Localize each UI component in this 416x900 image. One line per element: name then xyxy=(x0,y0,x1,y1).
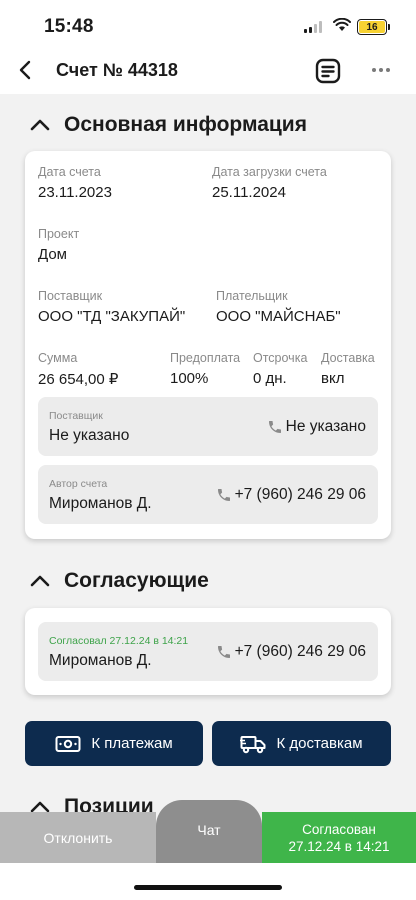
supplier-field: Поставщик ООО "ТД "ЗАКУПАЙ" xyxy=(38,289,185,325)
main-info-title: Основная информация xyxy=(64,113,307,136)
prepay-value: 100% xyxy=(170,370,209,387)
project-value: Дом xyxy=(38,246,67,263)
upload-date-field: Дата загрузки счета 25.11.2024 xyxy=(212,165,327,201)
chevron-up-icon xyxy=(30,575,50,587)
delay-field: Отсрочка 0 дн. xyxy=(253,351,307,387)
battery-level: 16 xyxy=(359,21,385,33)
chat-button[interactable]: Чат xyxy=(156,800,262,863)
chevron-up-icon xyxy=(30,119,50,131)
approver-name: Мироманов Д. xyxy=(49,652,152,669)
home-indicator[interactable] xyxy=(134,885,282,890)
approved-status-label: Согласован xyxy=(302,821,376,837)
phone-icon xyxy=(217,646,230,658)
status-bar: 15:48 16 xyxy=(0,0,416,48)
project-label: Проект xyxy=(38,227,80,241)
wifi-icon xyxy=(333,18,351,31)
deliveries-button-label: К доставкам xyxy=(276,735,363,752)
author-contact-phone-text: +7 (960) 246 29 06 xyxy=(234,486,366,503)
payer-label: Плательщик xyxy=(216,289,288,303)
supplier-contact-label: Поставщик xyxy=(49,410,103,422)
payments-button[interactable]: К платежам xyxy=(25,721,203,766)
payer-field: Плательщик ООО "МАЙСНАБ" xyxy=(216,289,341,325)
sum-label: Сумма xyxy=(38,351,78,365)
cellular-signal-icon xyxy=(304,21,322,33)
project-field: Проект Дом xyxy=(38,227,79,263)
invoice-date-label: Дата счета xyxy=(38,165,101,179)
payer-value: ООО "МАЙСНАБ" xyxy=(216,308,341,325)
approver-item[interactable]: Согласовал 27.12.24 в 14:21 Мироманов Д.… xyxy=(38,622,378,681)
payments-button-label: К платежам xyxy=(91,735,173,752)
bottom-action-bar: Отклонить Чат Согласован 27.12.24 в 14:2… xyxy=(0,800,416,863)
sum-value: 26 654,00 ₽ xyxy=(38,371,119,388)
author-contact-label: Автор счета xyxy=(49,478,108,490)
cash-icon xyxy=(55,735,81,752)
approvers-card: Согласовал 27.12.24 в 14:21 Мироманов Д.… xyxy=(25,608,391,695)
delivery-label: Доставка xyxy=(321,351,375,365)
main-info-card: Дата счета 23.11.2023 Дата загрузки счет… xyxy=(25,151,391,539)
nav-bar: Счет № 44318 xyxy=(0,48,416,94)
supplier-label: Поставщик xyxy=(38,289,103,303)
invoice-date-field: Дата счета 23.11.2023 xyxy=(38,165,112,201)
approvers-header[interactable]: Согласующие xyxy=(30,569,209,593)
supplier-contact-value: Не указано xyxy=(49,427,130,444)
delay-label: Отсрочка xyxy=(253,351,308,365)
delay-value: 0 дн. xyxy=(253,370,287,387)
more-icon[interactable] xyxy=(372,68,390,72)
prepay-label: Предоплата xyxy=(170,351,241,365)
delivery-value: вкл xyxy=(321,370,345,387)
author-contact-box[interactable]: Автор счета Мироманов Д. +7 (960) 246 29… xyxy=(38,465,378,524)
supplier-contact-box[interactable]: Поставщик Не указано Не указано xyxy=(38,397,378,456)
main-info-header[interactable]: Основная информация xyxy=(30,113,307,137)
battery-icon: 16 xyxy=(357,19,387,35)
supplier-contact-phone-text: Не указано xyxy=(285,418,366,435)
prepay-field: Предоплата 100% xyxy=(170,351,240,387)
supplier-value: ООО "ТД "ЗАКУПАЙ" xyxy=(38,308,186,325)
author-contact-value: Мироманов Д. xyxy=(49,495,152,512)
supplier-contact-phone[interactable]: Не указано xyxy=(267,418,366,436)
battery-nub xyxy=(388,24,390,30)
home-indicator-area xyxy=(0,863,416,900)
approvers-title: Согласующие xyxy=(64,569,209,592)
upload-date-label: Дата загрузки счета xyxy=(212,165,327,179)
approver-phone-text: +7 (960) 246 29 06 xyxy=(234,643,366,660)
reject-button[interactable]: Отклонить xyxy=(0,812,156,863)
back-arrow-icon[interactable] xyxy=(14,58,38,82)
approved-date-label: 27.12.24 в 14:21 xyxy=(288,838,390,854)
sum-field: Сумма 26 654,00 ₽ xyxy=(38,351,118,388)
page-title: Счет № 44318 xyxy=(56,60,178,80)
invoice-date-value: 23.11.2023 xyxy=(38,184,112,201)
deliveries-button[interactable]: К доставкам xyxy=(212,721,391,766)
phone-icon xyxy=(217,489,230,501)
approved-button[interactable]: Согласован 27.12.24 в 14:21 xyxy=(262,812,416,863)
truck-icon xyxy=(240,735,266,753)
phone-icon xyxy=(268,421,281,433)
approver-phone[interactable]: +7 (960) 246 29 06 xyxy=(216,643,366,661)
status-time: 15:48 xyxy=(44,16,94,37)
approver-status: Согласовал 27.12.24 в 14:21 xyxy=(49,635,189,647)
document-icon[interactable] xyxy=(314,57,342,85)
author-contact-phone[interactable]: +7 (960) 246 29 06 xyxy=(216,486,366,504)
delivery-field: Доставка вкл xyxy=(321,351,375,387)
upload-date-value: 25.11.2024 xyxy=(212,184,286,201)
